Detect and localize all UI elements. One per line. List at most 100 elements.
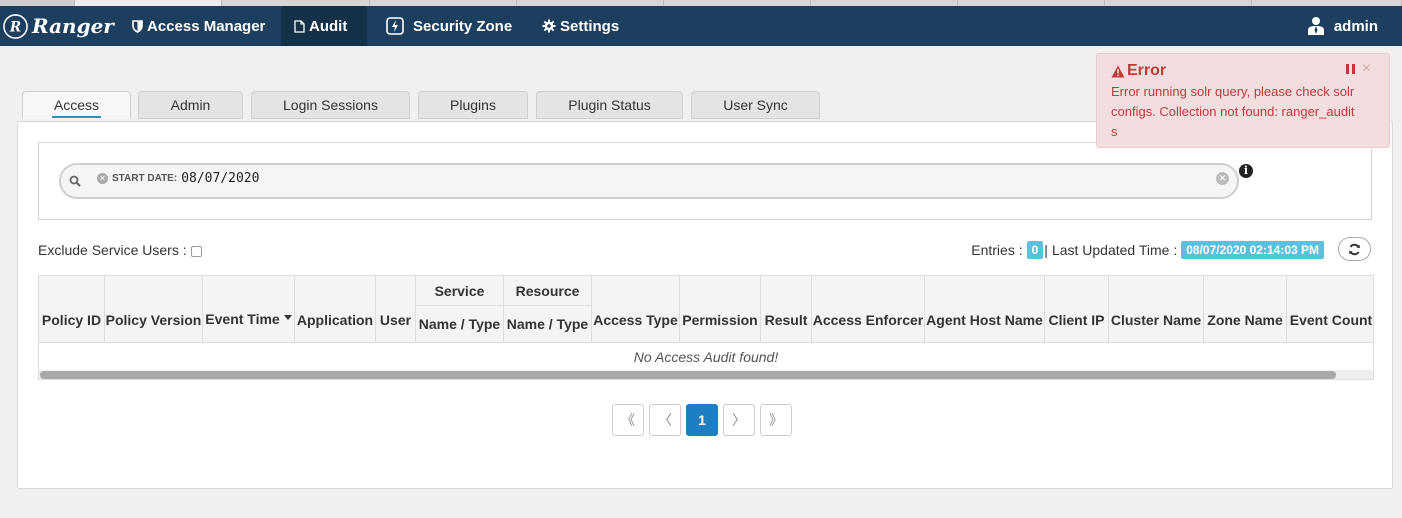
col-label: Access Enforcer [812, 312, 924, 328]
col-label: Zone Name [1207, 312, 1283, 328]
audit-table: Policy ID Policy Version Event Time Appl… [38, 275, 1374, 380]
entries-label: Entries : [971, 242, 1023, 258]
nav-security-zone[interactable]: Security Zone [385, 6, 512, 46]
updated-time-badge: 08/07/2020 02:14:03 PM [1181, 241, 1324, 259]
col-policy-version[interactable]: Policy Version [105, 276, 203, 343]
toast-title: Error [1127, 62, 1167, 79]
tab-user-sync[interactable]: User Sync [691, 91, 820, 119]
prev-page-button[interactable]: 〈 [649, 404, 681, 436]
tab-label: Access [51, 97, 102, 118]
search-icon [69, 175, 81, 187]
horizontal-scrollbar[interactable] [39, 370, 1373, 379]
gear-icon [542, 19, 556, 33]
col-zone-name[interactable]: Zone Name [1204, 276, 1287, 343]
facet-remove-icon[interactable]: ✕ [97, 173, 108, 184]
tab-label: User Sync [723, 97, 788, 113]
col-agent-host-name[interactable]: Agent Host Name [925, 276, 1045, 343]
col-cluster-name[interactable]: Cluster Name [1109, 276, 1204, 343]
col-policy-id[interactable]: Policy ID [39, 276, 105, 343]
tab-admin[interactable]: Admin [138, 91, 243, 119]
tab-label: Admin [170, 97, 211, 113]
sort-desc-icon [283, 314, 292, 320]
col-resource-name-type[interactable]: Name / Type [504, 306, 592, 343]
brand-name: Ranger [32, 14, 114, 38]
col-label: Policy ID [41, 312, 102, 328]
info-icon[interactable]: i [1239, 164, 1253, 178]
nav-audit[interactable]: Audit [281, 6, 367, 46]
col-access-enforcer[interactable]: Access Enforcer [812, 276, 925, 343]
col-user[interactable]: User [376, 276, 416, 343]
top-navbar: R Ranger Access Manager Audit Security Z… [0, 6, 1402, 46]
exclude-label: Exclude Service Users : [38, 242, 187, 258]
col-label: Agent Host Name [926, 312, 1043, 328]
col-label: Cluster Name [1110, 312, 1202, 328]
col-label: Permission [682, 312, 758, 328]
clear-search-icon[interactable]: ✕ [1216, 172, 1229, 185]
refresh-button[interactable] [1338, 237, 1371, 261]
updated-label: Last Updated Time : [1051, 242, 1178, 258]
next-page-button[interactable]: 〉 [723, 404, 755, 436]
nav-label: Settings [560, 17, 620, 35]
col-label: Client IP [1048, 312, 1105, 328]
user-icon [1307, 17, 1324, 35]
tab-plugins[interactable]: Plugins [418, 91, 528, 119]
refresh-icon [1349, 243, 1360, 255]
col-label: Policy Version [105, 312, 202, 328]
facet-label: START DATE: [112, 173, 178, 184]
entries-info: Entries : 0 | Last Updated Time : 08/07/… [971, 241, 1324, 259]
col-label: User [379, 312, 412, 328]
col-label: Result [764, 312, 808, 328]
tab-label: Plugin Status [568, 97, 651, 113]
toast-message: Error running solr query, please check s… [1111, 84, 1355, 139]
facet-value[interactable]: 08/07/2020 [181, 171, 259, 186]
separator: | [1044, 242, 1048, 258]
col-group-service: Service [416, 276, 504, 306]
nav-label: Audit [309, 17, 348, 35]
col-label: Access Type [593, 312, 678, 328]
exclude-checkbox[interactable] [190, 246, 202, 257]
ranger-logo-icon: R [3, 13, 28, 39]
col-permission[interactable]: Permission [680, 276, 761, 343]
search-facet[interactable]: ✕ START DATE: 08/07/2020 [97, 171, 259, 186]
col-label: Name / Type [506, 316, 589, 332]
col-group-resource: Resource [504, 276, 592, 306]
col-event-time[interactable]: Event Time [203, 276, 295, 343]
current-page-button[interactable]: 1 [686, 404, 718, 436]
svg-text:R: R [9, 19, 21, 35]
last-page-button[interactable]: 》 [760, 404, 792, 436]
first-page-button[interactable]: 《 [612, 404, 644, 436]
col-application[interactable]: Application [295, 276, 376, 343]
col-client-ip[interactable]: Client IP [1045, 276, 1109, 343]
nav-label: Security Zone [413, 17, 513, 35]
col-service-name-type[interactable]: Name / Type [416, 306, 504, 343]
tab-login-sessions[interactable]: Login Sessions [251, 91, 410, 119]
file-icon [294, 19, 305, 33]
shield-icon [132, 19, 143, 33]
tab-label: Login Sessions [283, 97, 378, 113]
col-label: Event Time [205, 311, 280, 327]
username: admin [1333, 17, 1378, 35]
close-icon[interactable]: × [1362, 60, 1371, 78]
col-label: Event Count [1289, 312, 1373, 328]
col-label: Application [296, 312, 374, 328]
col-result[interactable]: Result [761, 276, 812, 343]
col-access-type[interactable]: Access Type [592, 276, 680, 343]
nav-settings[interactable]: Settings [542, 6, 619, 46]
tab-label: Plugins [450, 97, 496, 113]
nav-access-manager[interactable]: Access Manager [122, 6, 275, 46]
toast-title-row: Error [1111, 62, 1375, 80]
tab-plugin-status[interactable]: Plugin Status [536, 91, 683, 119]
brand-logo[interactable]: R Ranger [2, 11, 114, 41]
entries-count-badge: 0 [1026, 241, 1044, 259]
tab-access[interactable]: Access [22, 91, 131, 119]
pause-icon[interactable] [1346, 64, 1355, 74]
user-menu[interactable]: admin [1307, 6, 1378, 46]
col-event-count[interactable]: Event Count [1287, 276, 1373, 343]
col-group-label: Resource [515, 282, 580, 299]
nav-label: Access Manager [147, 17, 266, 35]
warning-icon [1111, 65, 1125, 77]
scrollbar-thumb[interactable] [40, 371, 1336, 379]
error-toast: Error Error running solr query, please c… [1096, 53, 1390, 148]
col-label: Name / Type [418, 316, 501, 332]
exclude-service-users: Exclude Service Users : [38, 242, 202, 258]
